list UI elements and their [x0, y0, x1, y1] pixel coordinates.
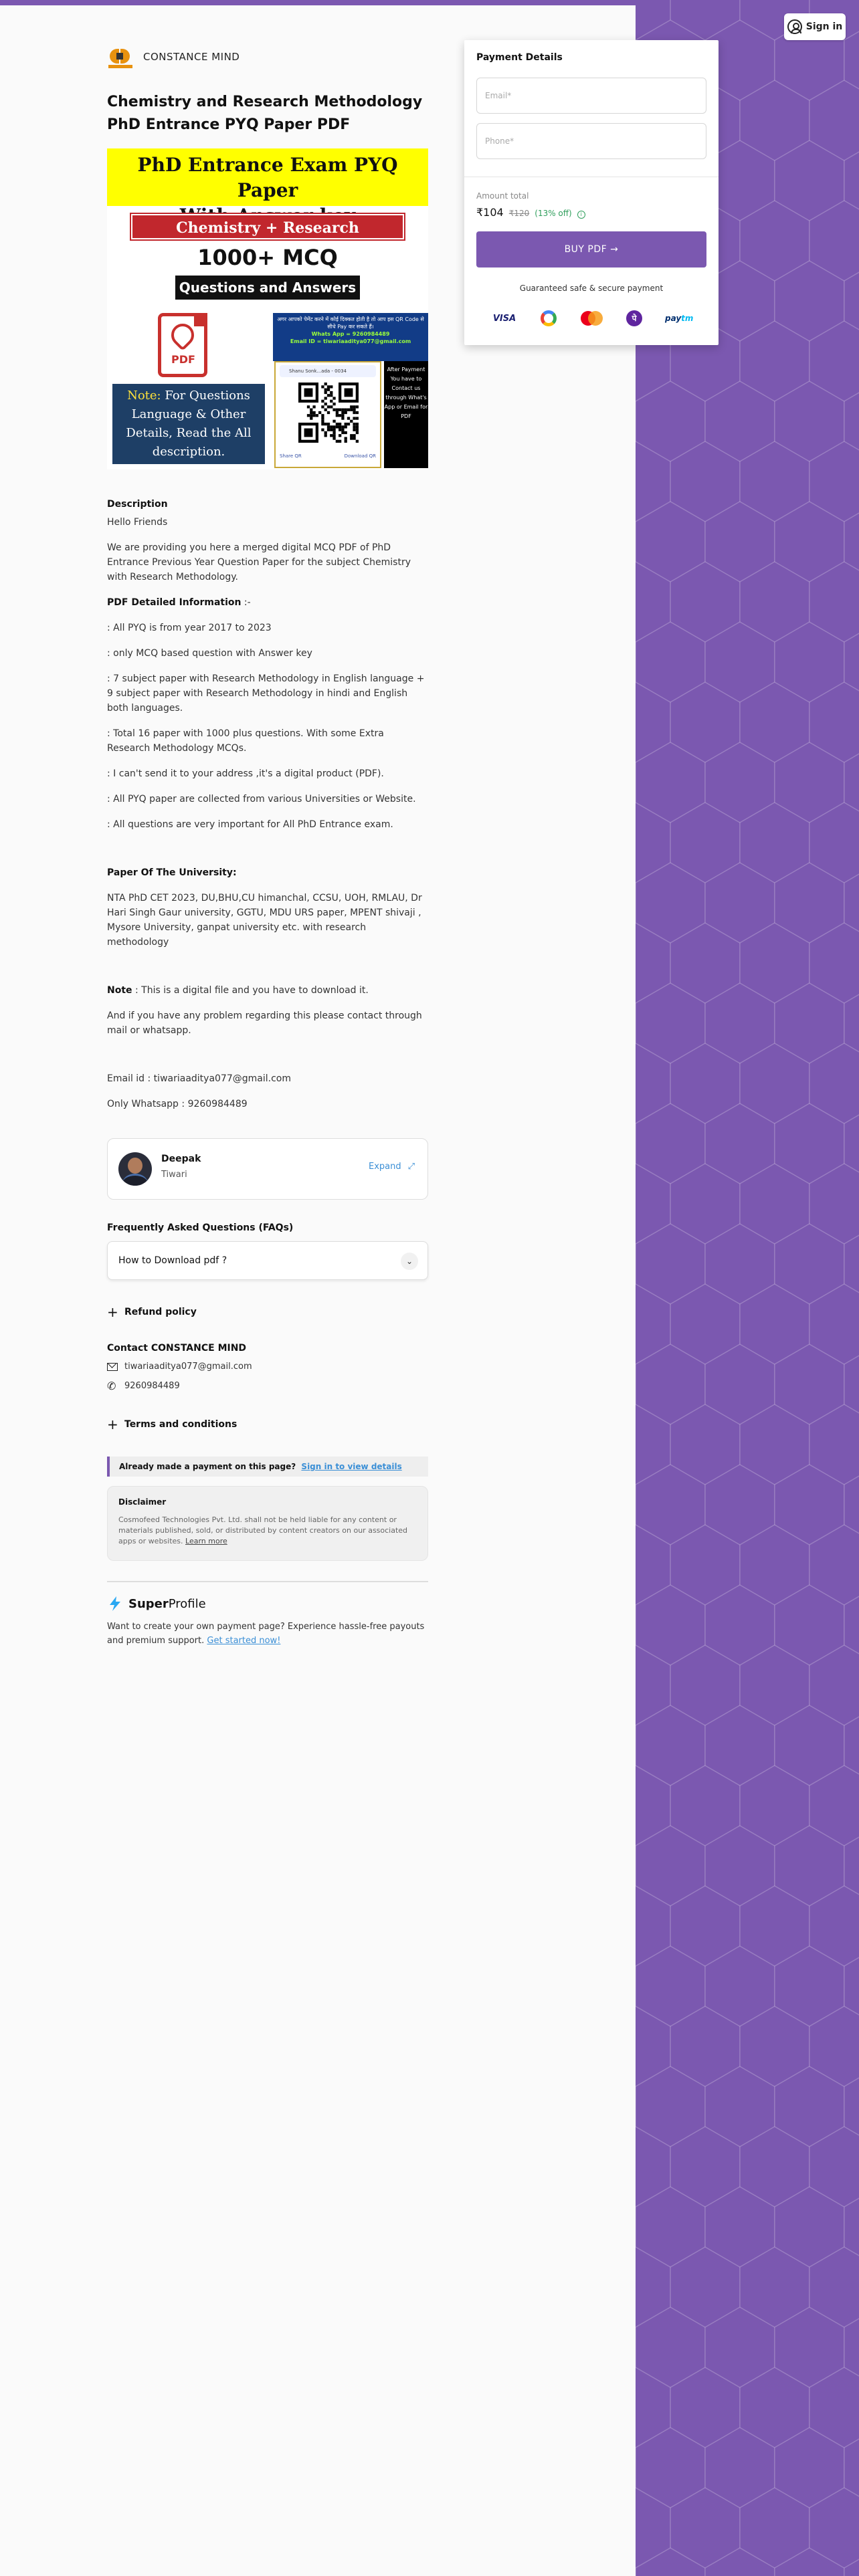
- sign-in-label: Sign in: [805, 21, 843, 32]
- qr-code-icon: [298, 383, 359, 443]
- payment-heading: Payment Details: [476, 52, 563, 63]
- university-text: NTA PhD CET 2023, DU,BHU,CU himanchal, C…: [107, 893, 422, 948]
- phone-field[interactable]: [476, 123, 706, 159]
- terms-toggle[interactable]: + Terms and conditions: [107, 1416, 428, 1432]
- secure-payment-note: Guaranteed safe & secure payment: [519, 284, 664, 293]
- faq-heading: Frequently Asked Questions (FAQs): [107, 1222, 294, 1233]
- expand-button[interactable]: Expand ⤢: [369, 1162, 415, 1172]
- payment-card: Payment Details Amount total ₹104 ₹120 (…: [464, 40, 719, 345]
- brand-name: CONSTANCE MIND: [143, 51, 240, 63]
- arrow-right-icon: →: [610, 244, 619, 255]
- sign-in-button[interactable]: Sign in: [784, 13, 846, 40]
- pdf-info-point: : Total 16 paper with 1000 plus question…: [107, 728, 384, 754]
- avatar: [118, 1152, 152, 1186]
- whatsapp-line: Only Whatsapp : 9260984489: [107, 1099, 248, 1109]
- expand-arrows-icon: ⤢: [407, 1162, 415, 1172]
- problem-text: And if you have any problem regarding th…: [107, 1010, 422, 1036]
- get-started-link[interactable]: Get started now!: [207, 1636, 280, 1646]
- pdf-info-point: : 7 subject paper with Research Methodol…: [107, 673, 425, 714]
- phone-icon: ✆: [107, 1380, 116, 1392]
- visa-icon: VISA: [492, 313, 516, 324]
- creator-card: Deepak Tiwari Expand ⤢: [107, 1138, 428, 1200]
- banner-note: Note: For Questions Language & Other Det…: [112, 384, 265, 464]
- creator-surname: Tiwari: [161, 1170, 187, 1180]
- banner-subject: Chemistry + Research Methodology: [130, 213, 405, 262]
- brand-header: CONSTANCE MIND: [107, 40, 428, 74]
- pdf-info-point: : All PYQ is from year 2017 to 2023: [107, 623, 272, 633]
- description-greeting: Hello Friends: [107, 517, 168, 528]
- sign-in-view-details-link[interactable]: Sign in to view details: [301, 1462, 401, 1471]
- faq-question: How to Download pdf ?: [118, 1255, 227, 1266]
- contact-heading: Contact CONSTANCE MIND: [107, 1343, 247, 1354]
- divider: [107, 1581, 428, 1582]
- pdf-info-point: : I can't send it to your address ,it's …: [107, 768, 384, 779]
- product-title: Chemistry and Research Methodology PhD E…: [107, 94, 423, 133]
- pdf-file-icon: PDF: [157, 313, 210, 380]
- price: ₹104: [476, 206, 504, 219]
- contact-email[interactable]: tiwariaaditya077@gmail.com: [107, 1362, 428, 1372]
- superprofile-logo: SuperProfile: [107, 1596, 428, 1612]
- original-price: ₹120: [508, 209, 530, 218]
- description-intro: We are providing you here a merged digit…: [107, 542, 411, 582]
- decorative-hex-panel: [636, 0, 859, 2576]
- buy-pdf-button[interactable]: BUY PDF →: [476, 231, 706, 267]
- email-field[interactable]: [476, 78, 706, 114]
- disclaimer-text: Cosmofeed Technologies Pvt. Ltd. shall n…: [118, 1515, 408, 1545]
- discount-badge: (13% off): [535, 209, 572, 218]
- google-pay-icon: [541, 310, 557, 326]
- bolt-icon: [110, 1596, 120, 1611]
- banner-mcq: 1000+ MCQ: [197, 245, 338, 270]
- user-circle-icon: [787, 19, 802, 34]
- refund-policy-toggle[interactable]: + Refund policy: [107, 1304, 428, 1320]
- banner-qr-section: अगर आपको पेमेंट करने में कोई दिक्कत होती…: [273, 313, 428, 469]
- amount-label: Amount total: [476, 191, 529, 201]
- superprofile-promo: Want to create your own payment page? Ex…: [107, 1622, 425, 1646]
- contact-phone[interactable]: ✆ 9260984489: [107, 1380, 428, 1392]
- product-banner-image: PhD Entrance Exam PYQ Paper With Answer …: [107, 148, 428, 469]
- description-heading: Description: [107, 499, 168, 510]
- disclaimer-heading: Disclaimer: [118, 1497, 167, 1507]
- info-icon[interactable]: i: [577, 211, 585, 219]
- plus-icon: +: [107, 1416, 118, 1432]
- banner-qa: Questions and Answers PDF: [175, 276, 360, 320]
- phonepe-icon: पे: [626, 310, 642, 326]
- learn-more-link[interactable]: Learn more: [185, 1537, 227, 1545]
- chevron-down-icon: ⌄: [401, 1253, 418, 1270]
- paytm-icon: paytm: [665, 314, 694, 323]
- pdf-info-point: : All questions are very important for A…: [107, 819, 393, 830]
- email-line: Email id : tiwariaaditya077@gmail.com: [107, 1073, 291, 1084]
- pdf-info-heading: PDF Detailed Information :-: [107, 597, 251, 608]
- university-heading: Paper Of The University:: [107, 867, 237, 878]
- mail-icon: [107, 1362, 118, 1371]
- hex-pattern: [636, 0, 859, 2576]
- mastercard-icon: [579, 311, 603, 326]
- qr-side-note: After Payment You have to Contact us thr…: [384, 361, 428, 468]
- amount-value: ₹104 ₹120 (13% off) i: [476, 206, 585, 219]
- already-paid-banner: Already made a payment on this page? Sig…: [107, 1457, 428, 1477]
- creator-name: Deepak: [161, 1154, 201, 1164]
- banner-headline: PhD Entrance Exam PYQ Paper With Answer …: [107, 148, 428, 227]
- disclaimer-box: Disclaimer Cosmofeed Technologies Pvt. L…: [107, 1486, 428, 1561]
- pdf-info-point: : only MCQ based question with Answer ke…: [107, 648, 312, 659]
- product-main: CONSTANCE MIND Chemistry and Research Me…: [107, 40, 428, 1648]
- plus-icon: +: [107, 1304, 118, 1320]
- faq-item[interactable]: How to Download pdf ? ⌄: [107, 1241, 428, 1280]
- digital-note: Note : This is a digital file and you ha…: [107, 985, 369, 996]
- pdf-info-point: : All PYQ paper are collected from vario…: [107, 794, 416, 804]
- qr-instructions: अगर आपको पेमेंट करने में कोई दिक्कत होती…: [273, 313, 428, 361]
- payment-methods: VISA पे paytm: [491, 310, 694, 326]
- brand-logo-icon: [107, 43, 134, 70]
- qr-card: Shanu Sonk...ada - 0034 Share QR Downloa…: [274, 361, 381, 468]
